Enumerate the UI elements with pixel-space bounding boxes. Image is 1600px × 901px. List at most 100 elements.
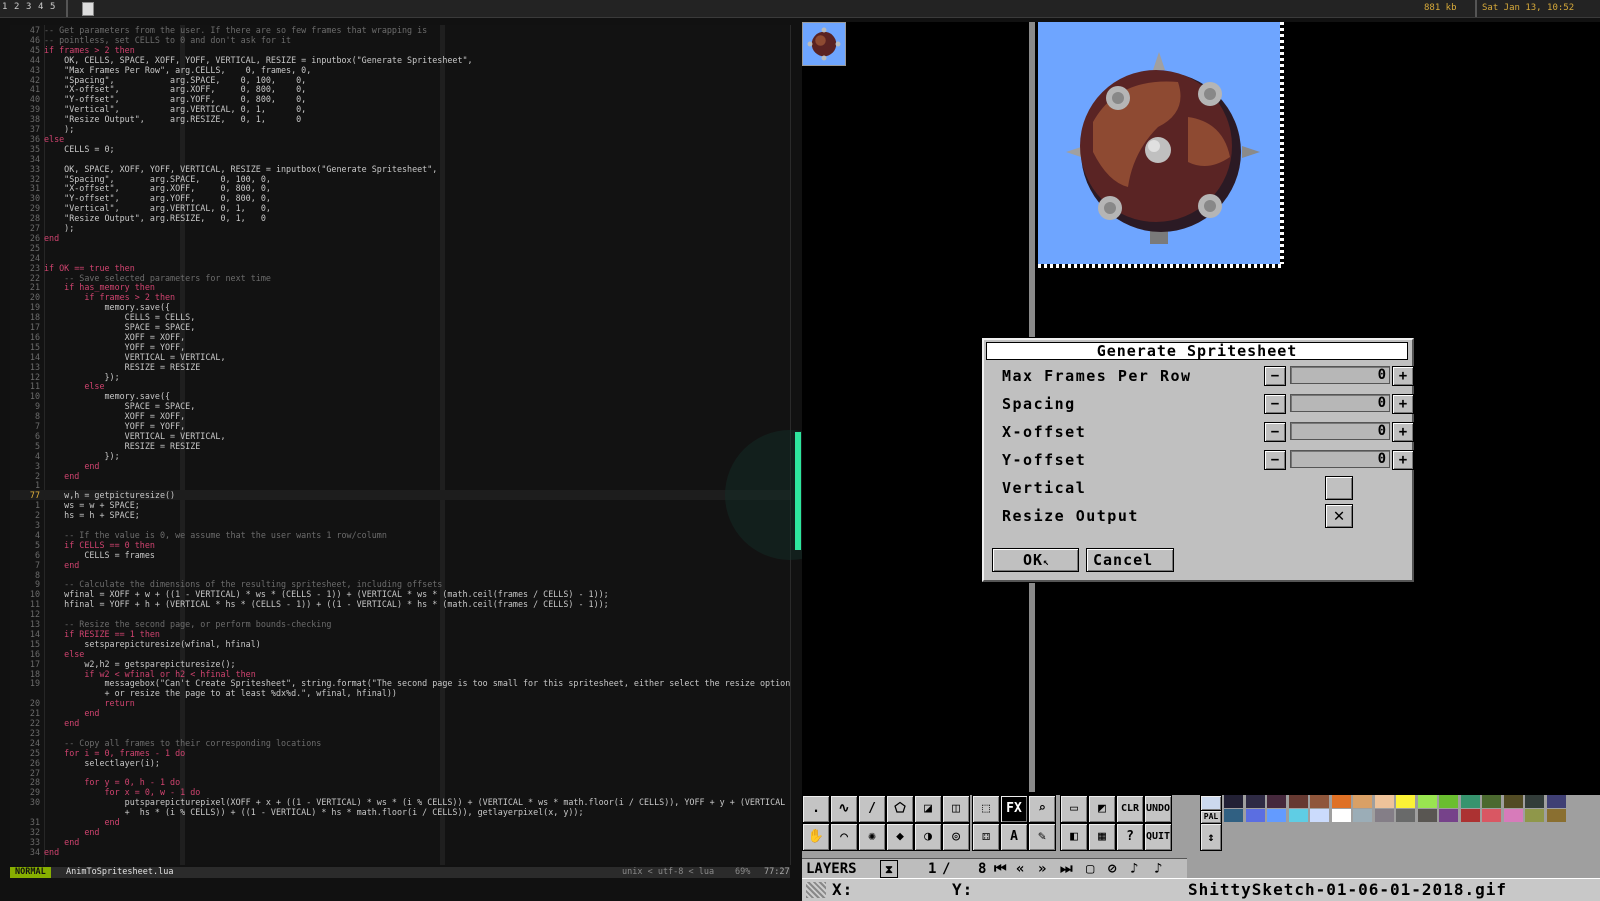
code-line[interactable]: 31 "X-offset", arg.XOFF, 0, 800, 0, bbox=[10, 183, 790, 193]
tool-row1-1-icon[interactable]: ∿ bbox=[830, 795, 858, 823]
tool-row2-8-icon[interactable]: ✎ bbox=[1028, 823, 1056, 851]
code-line[interactable]: 10 wfinal = XOFF + w + ((1 - VERTICAL) *… bbox=[10, 589, 790, 599]
palette-swatch[interactable] bbox=[1546, 795, 1566, 808]
code-line[interactable]: 13 RESIZE = RESIZE bbox=[10, 362, 790, 372]
tool-row1-10-icon[interactable]: ◩ bbox=[1088, 795, 1116, 823]
code-line[interactable]: 28 "Resize Output", arg.RESIZE, 0, 1, 0 bbox=[10, 213, 790, 223]
fore-color-indicator[interactable] bbox=[1200, 795, 1222, 811]
code-line[interactable]: 38 "Resize Output", arg.RESIZE, 0, 1, 0 bbox=[10, 114, 790, 124]
layout-icon[interactable] bbox=[82, 2, 94, 16]
x-offset-input[interactable]: 0 bbox=[1290, 422, 1390, 440]
workspace-tag-4[interactable]: 4 bbox=[38, 2, 43, 14]
code-line[interactable]: 9 -- Calculate the dimensions of the res… bbox=[10, 579, 790, 589]
code-line[interactable]: 25 bbox=[10, 243, 790, 253]
code-line[interactable]: 24 -- Copy all frames to their correspon… bbox=[10, 738, 790, 748]
tool-row1-5-icon[interactable]: ◫ bbox=[942, 795, 970, 823]
palette-swatch[interactable] bbox=[1374, 809, 1394, 822]
code-line[interactable]: 20 if frames > 2 then bbox=[10, 292, 790, 302]
increment-button[interactable]: + bbox=[1392, 366, 1414, 386]
code-line[interactable]: 24 bbox=[10, 253, 790, 263]
spacing-input[interactable]: 0 bbox=[1290, 394, 1390, 412]
code-line[interactable]: 31 end bbox=[10, 817, 790, 827]
code-line[interactable]: 16 XOFF = XOFF, bbox=[10, 332, 790, 342]
workspace-tag-1[interactable]: 1 bbox=[2, 2, 7, 14]
layer-delete-icon[interactable]: ⊘ bbox=[1108, 860, 1116, 878]
palette-swatch[interactable] bbox=[1310, 795, 1329, 808]
decrement-button[interactable]: − bbox=[1264, 366, 1286, 386]
code-line[interactable]: 9 SPACE = SPACE, bbox=[10, 401, 790, 411]
code-line[interactable]: 34 bbox=[10, 154, 790, 164]
code-line[interactable]: 11 else bbox=[10, 381, 790, 391]
increment-button[interactable]: + bbox=[1392, 422, 1414, 442]
palette-swatch[interactable] bbox=[1374, 795, 1394, 808]
code-line[interactable]: 30 "Y-offset", arg.YOFF, 0, 800, 0, bbox=[10, 193, 790, 203]
code-line[interactable]: 5 RESIZE = RESIZE bbox=[10, 441, 790, 451]
code-line[interactable]: 21 end bbox=[10, 708, 790, 718]
code-line[interactable]: 11 hfinal = YOFF + h + (VERTICAL * hs * … bbox=[10, 599, 790, 609]
code-line[interactable]: 18 if w2 < wfinal or h2 < hfinal then bbox=[10, 669, 790, 679]
palette-swatch[interactable] bbox=[1417, 795, 1437, 808]
code-line[interactable]: 36 else bbox=[10, 134, 790, 144]
code-line[interactable]: 22 -- Save selected parameters for next … bbox=[10, 273, 790, 283]
code-line[interactable]: 2 end bbox=[10, 471, 790, 481]
code-line[interactable]: 12 bbox=[10, 609, 790, 619]
palette-swatch[interactable] bbox=[1525, 809, 1544, 822]
tool-row2-3-icon[interactable]: ◆ bbox=[886, 823, 914, 851]
tool-row2-7-icon[interactable]: A bbox=[1000, 823, 1028, 851]
code-line[interactable]: 21 if has_memory then bbox=[10, 282, 790, 292]
decrement-button[interactable]: − bbox=[1264, 450, 1286, 470]
workspace-tag-3[interactable]: 3 bbox=[26, 2, 31, 14]
code-line-current[interactable]: 77 w,h = getpicturesize() bbox=[10, 490, 790, 501]
max-frames-input[interactable]: 0 bbox=[1290, 366, 1390, 384]
last-frame-icon[interactable]: ⏭ bbox=[1060, 860, 1073, 878]
tool-row1-12-icon[interactable]: UNDO bbox=[1144, 795, 1172, 823]
palette-swatch[interactable] bbox=[1245, 795, 1265, 808]
palette-swatch[interactable] bbox=[1353, 795, 1372, 808]
code-line[interactable]: 34 end bbox=[10, 847, 790, 857]
code-line[interactable]: 27 ); bbox=[10, 223, 790, 233]
code-line[interactable]: 39 "Vertical", arg.VERTICAL, 0, 1, 0, bbox=[10, 104, 790, 114]
tool-row2-0-icon[interactable]: ✋ bbox=[802, 823, 830, 851]
tool-row1-2-icon[interactable]: / bbox=[858, 795, 886, 823]
palette-swatch[interactable] bbox=[1267, 795, 1286, 808]
code-line[interactable]: 23 bbox=[10, 728, 790, 738]
magnifier-preview[interactable] bbox=[802, 22, 846, 66]
code-line[interactable]: 33 OK, SPACE, XOFF, YOFF, VERTICAL, RESI… bbox=[10, 164, 790, 174]
palette-swatch[interactable] bbox=[1439, 809, 1458, 822]
tool-row2-6-icon[interactable]: ⚃ bbox=[972, 823, 1000, 851]
palette-swatch[interactable] bbox=[1482, 795, 1501, 808]
code-line[interactable]: 10 memory.save({ bbox=[10, 391, 790, 401]
code-line[interactable]: 16 else bbox=[10, 649, 790, 659]
tool-row1-0-icon[interactable]: . bbox=[802, 795, 830, 823]
palette-swatch[interactable] bbox=[1460, 795, 1480, 808]
increment-button[interactable]: + bbox=[1392, 450, 1414, 470]
palette-swatch[interactable] bbox=[1439, 795, 1458, 808]
code-line[interactable]: + hs * (i % CELLS)) + ((1 - VERTICAL) * … bbox=[10, 807, 790, 817]
code-line[interactable]: 19 messagebox("Can't Create Spritesheet"… bbox=[10, 678, 790, 688]
code-line[interactable]: 26 selectlayer(i); bbox=[10, 758, 790, 768]
tool-row1-9-icon[interactable]: ▭ bbox=[1060, 795, 1088, 823]
code-line[interactable]: 6 CELLS = frames bbox=[10, 550, 790, 560]
tool-row2-5-icon[interactable]: ◎ bbox=[942, 823, 970, 851]
code-line[interactable]: 18 CELLS = CELLS, bbox=[10, 312, 790, 322]
tool-row1-7-icon[interactable]: FX bbox=[1000, 795, 1028, 823]
code-line[interactable]: 12 }); bbox=[10, 372, 790, 382]
code-line[interactable]: 30 putsparepicturepixel(XOFF + x + ((1 -… bbox=[10, 797, 790, 807]
first-frame-icon[interactable]: ⏮ bbox=[994, 860, 1007, 878]
code-line[interactable]: 45 if frames > 2 then bbox=[10, 45, 790, 55]
code-line[interactable]: 2 hs = h + SPACE; bbox=[10, 510, 790, 520]
code-line[interactable]: 26 end bbox=[10, 233, 790, 243]
code-line[interactable]: 42 "Spacing", arg.SPACE, 0, 100, 0, bbox=[10, 75, 790, 85]
code-line[interactable]: 1 bbox=[10, 480, 790, 490]
palette-swatch[interactable] bbox=[1396, 795, 1415, 808]
tool-row1-6-icon[interactable]: ⬚ bbox=[972, 795, 1000, 823]
palette-swatch[interactable] bbox=[1267, 809, 1286, 822]
resize-output-checkbox[interactable]: ✕ bbox=[1325, 504, 1353, 528]
palette-swatch[interactable] bbox=[1331, 809, 1351, 822]
code-editor[interactable]: 47 -- Get parameters from the user. If th… bbox=[10, 25, 791, 865]
palette-swatch[interactable] bbox=[1396, 809, 1415, 822]
code-line[interactable]: 13 -- Resize the second page, or perform… bbox=[10, 619, 790, 629]
code-line[interactable]: 3 end bbox=[10, 461, 790, 471]
code-line[interactable]: 32 "Spacing", arg.SPACE, 0, 100, 0, bbox=[10, 174, 790, 184]
code-line[interactable]: 44 OK, CELLS, SPACE, XOFF, YOFF, VERTICA… bbox=[10, 55, 790, 65]
